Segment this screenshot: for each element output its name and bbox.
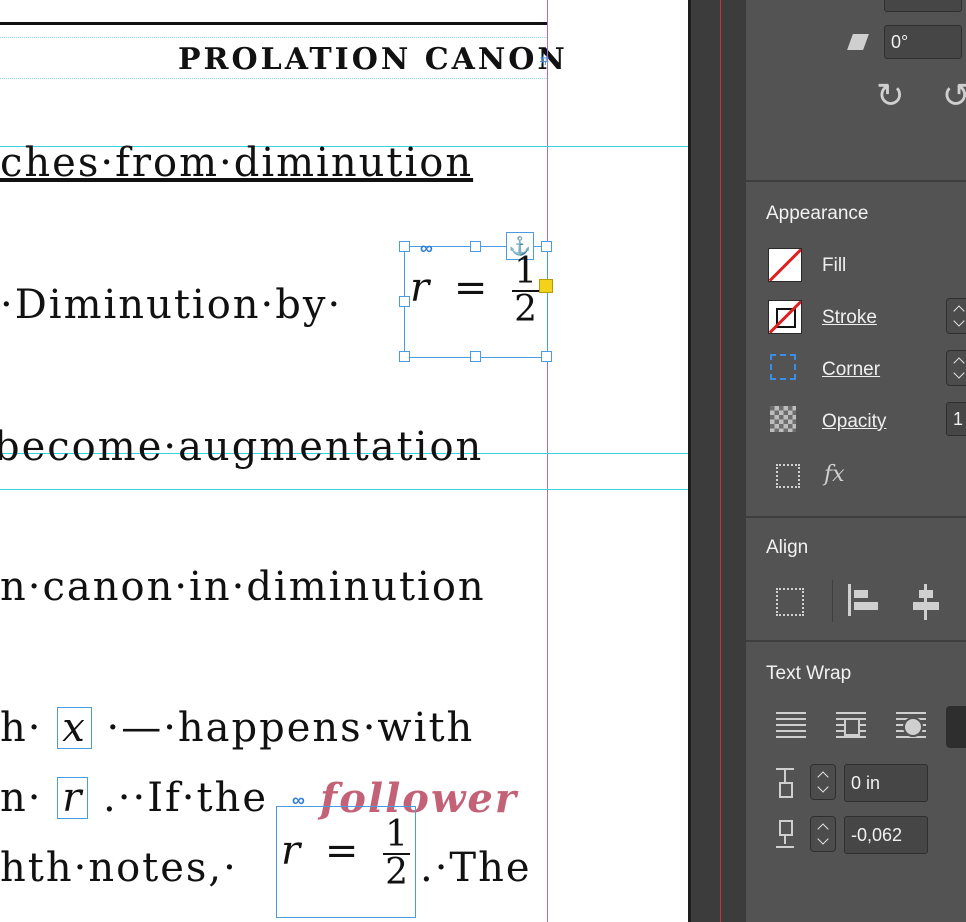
inline-math-r[interactable]: r <box>57 777 89 819</box>
opacity-label[interactable]: Opacity <box>822 411 886 433</box>
header-guide-dotted-bottom <box>0 78 547 79</box>
bottom-offset-stepper[interactable] <box>810 816 836 852</box>
separator-3 <box>746 640 966 642</box>
frame-handle-tr[interactable] <box>541 241 552 252</box>
frame-handle-br[interactable] <box>541 351 552 362</box>
text-line-6-mid: .··If·the <box>103 775 269 821</box>
rotate-clockwise-icon[interactable]: ↻ <box>876 76 905 116</box>
corner-icon <box>770 354 796 380</box>
wrap-bounding-box-icon[interactable] <box>836 712 866 740</box>
pasteboard-edge <box>688 0 691 922</box>
wrap-object-shape-icon[interactable] <box>896 712 926 740</box>
top-offset-icon <box>776 768 794 798</box>
rotate-top-field[interactable] <box>884 0 962 12</box>
frame-handle-ml[interactable] <box>399 296 410 307</box>
fill-swatch-icon[interactable] <box>768 248 802 282</box>
right-margin-guide <box>547 0 548 922</box>
inline-math-x[interactable]: x <box>57 707 92 749</box>
math-fraction-num: 1 <box>512 251 539 292</box>
fx-icon[interactable]: fx <box>824 462 845 487</box>
math-fraction: 1 2 <box>512 254 539 328</box>
stroke-weight-stepper[interactable] <box>946 298 966 334</box>
running-head[interactable]: PROLATION CANON <box>178 42 568 77</box>
frame-handle-tm[interactable] <box>470 241 481 252</box>
overset-handle[interactable] <box>539 279 553 293</box>
text-line-4[interactable]: n·canon·in·diminution <box>0 564 486 610</box>
appearance-title: Appearance <box>766 203 869 224</box>
align-to-selection-icon[interactable] <box>776 588 804 616</box>
text-wrap-title: Text Wrap <box>766 663 852 684</box>
vertical-divider <box>832 580 833 622</box>
align-title: Align <box>766 537 809 558</box>
text-line-1[interactable]: ches·from·diminution <box>0 140 473 186</box>
separator-1 <box>746 180 966 182</box>
frame-handle-tl[interactable] <box>399 241 410 252</box>
align-horizontal-centers-icon[interactable] <box>910 584 942 620</box>
math-r-2: r <box>281 828 301 874</box>
shear-angle-field[interactable]: 0° <box>884 25 962 59</box>
text-line-2[interactable]: ·Diminution·by· <box>0 282 342 328</box>
text-line-5[interactable]: h· x ·—·happens·with <box>0 705 474 751</box>
equation-r-half: r = 1 2 <box>410 254 539 328</box>
bottom-offset-icon <box>776 820 794 848</box>
math-equals: = <box>453 265 488 311</box>
stroke-label[interactable]: Stroke <box>822 307 877 329</box>
math-r: r <box>410 265 430 311</box>
frame-effects-icon[interactable] <box>776 464 800 488</box>
text-line-1-content: ches·from·diminution <box>0 140 474 186</box>
text-line-3-content: become·augmentation <box>0 424 484 470</box>
frame-handle-bm[interactable] <box>470 351 481 362</box>
text-line-7-end: .·The <box>420 845 532 891</box>
text-line-4-content: n·canon·in·diminution <box>0 564 486 610</box>
opacity-checker-icon <box>770 406 796 432</box>
opacity-field[interactable]: 1 <box>946 402 966 436</box>
text-line-5-start: h· <box>0 705 43 751</box>
wrap-jump-object-icon[interactable] <box>946 706 966 748</box>
corner-stepper[interactable] <box>946 350 966 386</box>
frame-handle-bl[interactable] <box>399 351 410 362</box>
bottom-offset-field[interactable]: -0,062 <box>844 816 928 854</box>
pasteboard-strip <box>688 0 746 922</box>
text-line-7[interactable]: hth·notes,· <box>0 845 238 891</box>
math-equals-2: = <box>324 828 359 874</box>
text-line-7-start: hth·notes,· <box>0 845 238 891</box>
header-guide-dotted <box>0 37 547 38</box>
wrap-none-icon[interactable] <box>776 712 806 740</box>
document-canvas[interactable]: PROLATION CANON # ches·from·diminution ·… <box>0 0 688 922</box>
page-top-edge <box>0 22 547 25</box>
text-line-2-content: ·Diminution·by· <box>0 282 343 328</box>
fill-label: Fill <box>822 255 847 276</box>
stroke-swatch-icon[interactable] <box>768 300 802 334</box>
shear-icon <box>847 34 869 50</box>
align-left-edges-icon[interactable] <box>848 584 880 616</box>
text-line-5-end: ·—·happens·with <box>106 705 475 751</box>
top-offset-stepper[interactable] <box>810 764 836 800</box>
text-line-3[interactable]: become·augmentation <box>0 424 483 470</box>
equation-frame[interactable]: ∞ ⚓ r = 1 2 <box>399 232 553 362</box>
math-fraction-2-num: 1 <box>383 814 410 855</box>
text-line-6-start: n· <box>0 775 43 821</box>
ruler-guide-3[interactable] <box>0 489 688 490</box>
top-offset-field[interactable]: 0 in <box>844 764 928 802</box>
math-fraction-2: 1 2 <box>383 817 410 891</box>
corner-label[interactable]: Corner <box>822 359 880 381</box>
math-fraction-den: 2 <box>514 289 537 330</box>
math-fraction-2-den: 2 <box>385 852 408 893</box>
text-line-6[interactable]: n· r .··If·the <box>0 775 268 821</box>
separator-2 <box>746 516 966 518</box>
bleed-guide <box>720 0 721 922</box>
inline-equation-frame[interactable]: r = 1 2 <box>276 806 416 918</box>
properties-panel: 0° ↻ ↺ Appearance Fill Stroke Corner Opa… <box>746 0 966 922</box>
rotate-counterclockwise-icon[interactable]: ↺ <box>942 76 966 116</box>
